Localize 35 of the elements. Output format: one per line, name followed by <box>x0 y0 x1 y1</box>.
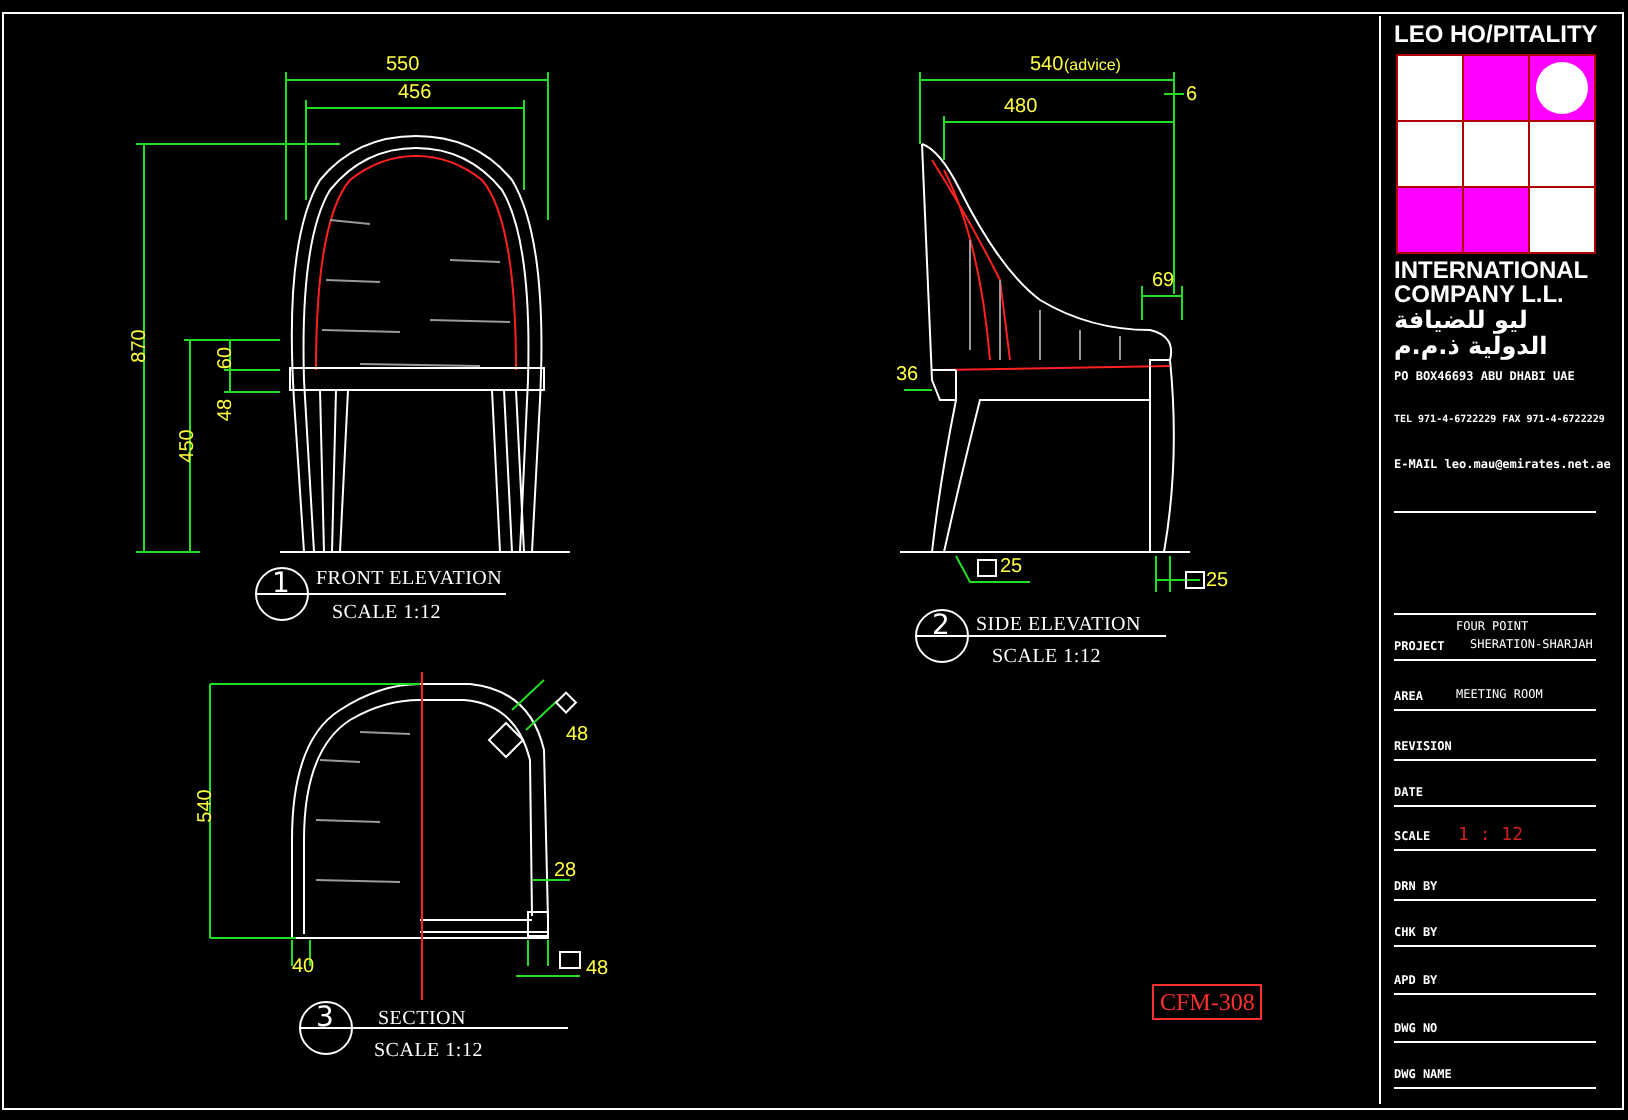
dimension-value: 870 <box>130 329 151 363</box>
dimension-value: 28 <box>554 862 577 882</box>
dimension-value: 36 <box>896 366 919 386</box>
dimension-value: 69 <box>1152 272 1175 292</box>
dimension-value: 40 <box>292 958 315 978</box>
dimension-value: 48 <box>566 726 589 746</box>
view-scale: SCALE 1:12 <box>992 648 1101 668</box>
dimension-value: 550 <box>386 56 420 76</box>
dimension-value: 540 <box>1030 56 1064 76</box>
dimension-value: 25 <box>1000 558 1023 578</box>
dimension-value: 456 <box>398 84 432 104</box>
view-title: SIDE ELEVATION <box>976 616 1141 636</box>
dimension-value: 6 <box>1186 86 1198 106</box>
field-value: 1 : 12 <box>1458 828 1524 846</box>
view-title: SECTION <box>378 1010 466 1030</box>
view-scale: SCALE 1:12 <box>374 1042 483 1062</box>
dimension-value: 540 <box>196 789 217 823</box>
view-number: 1 <box>272 570 290 598</box>
view-number: 2 <box>932 612 950 640</box>
dimension-value: 60 <box>217 346 238 370</box>
company-name: INTERNATIONAL <box>1394 258 1589 282</box>
company-arabic-name: الدولية ذ.م.م <box>1394 334 1548 358</box>
dimension-value: (advice) <box>1064 58 1121 74</box>
view-title: FRONT ELEVATION <box>316 570 503 590</box>
company-name: LEO HO/PITALITY <box>1394 22 1598 46</box>
company-name: COMPANY L.L. <box>1394 282 1564 306</box>
drawing-number-tag: CFM-308 <box>1152 984 1263 1020</box>
view-number: 3 <box>316 1004 334 1032</box>
company-arabic-name: ليو للضيافة <box>1394 308 1528 332</box>
view-scale: SCALE 1:12 <box>332 604 441 624</box>
dimension-value: 480 <box>1004 98 1038 118</box>
dimension-value: 48 <box>586 960 609 980</box>
dimension-value: 25 <box>1206 572 1229 592</box>
dimension-value: 48 <box>217 398 238 422</box>
dimension-value: 450 <box>178 429 199 463</box>
